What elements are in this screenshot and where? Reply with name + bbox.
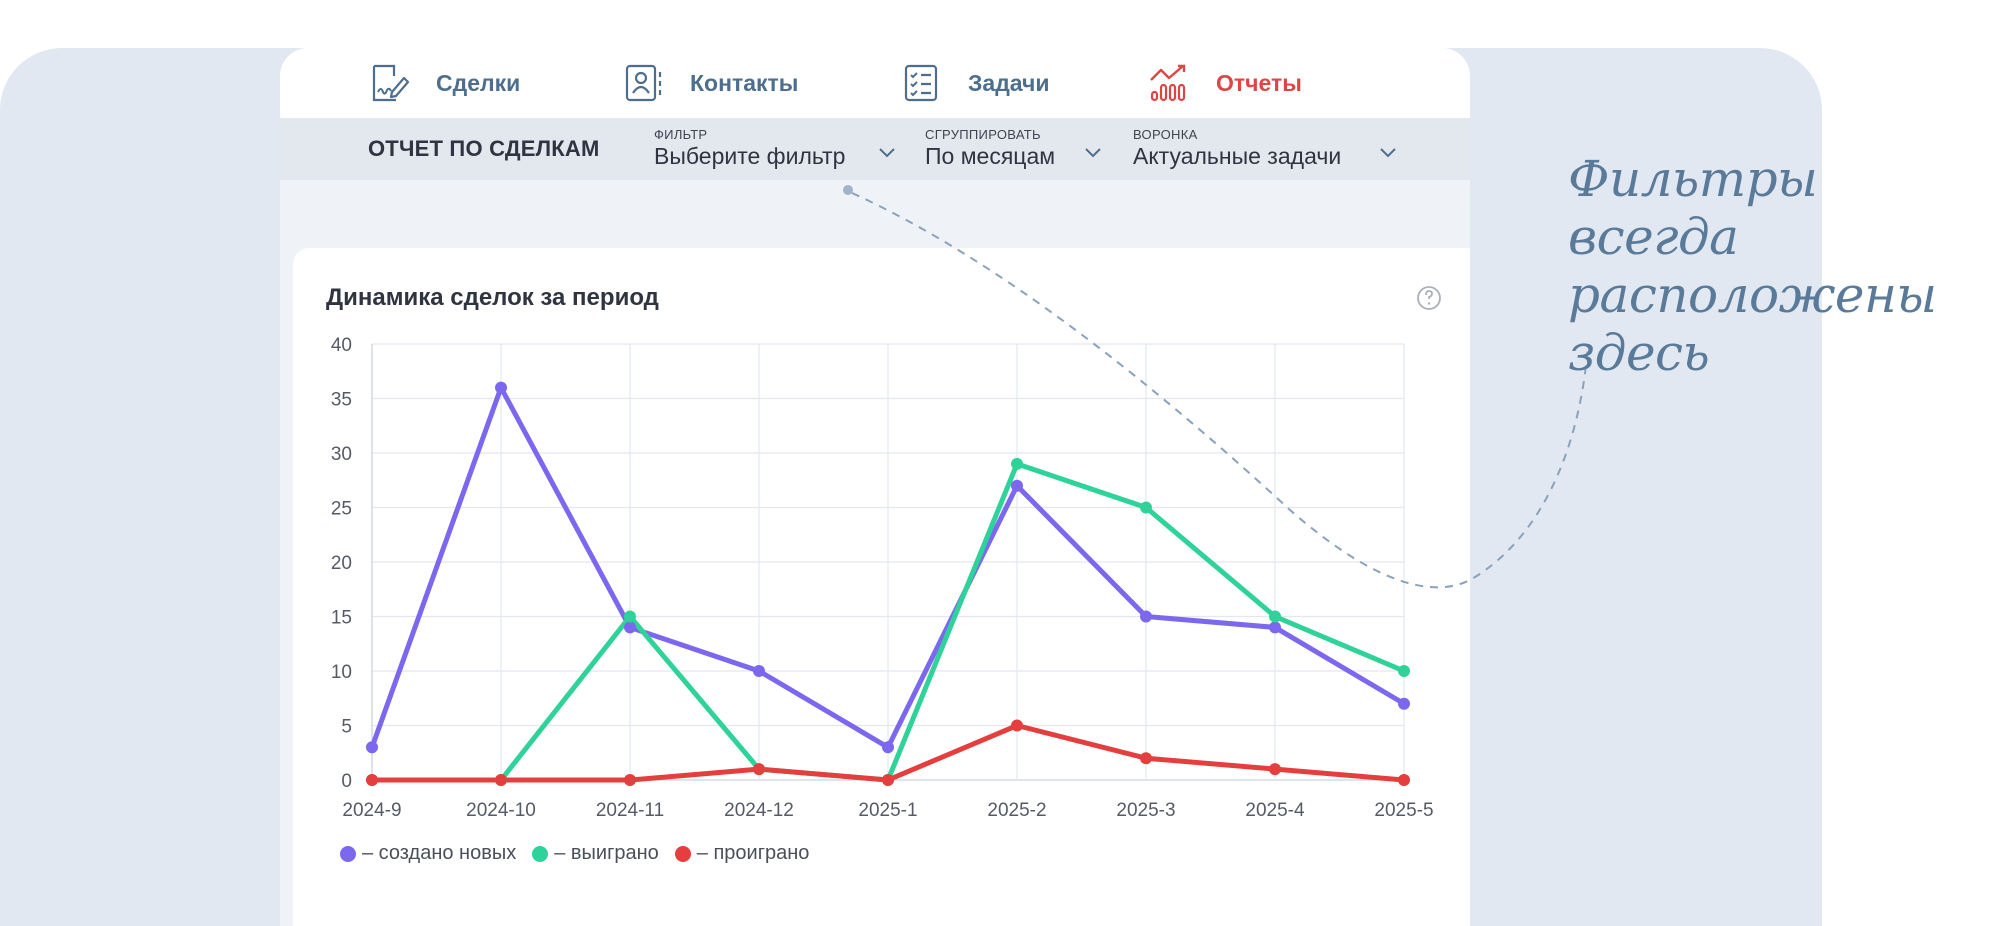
legend-label-lost: – проиграно [696, 842, 810, 864]
annotation-line-1: Фильтры всегда [1568, 150, 1818, 266]
chart-legend: – создано новых – выиграно – проиграно [340, 842, 825, 865]
annotation-text: Фильтры всегда расположены здесь [1568, 150, 2000, 382]
legend-item-created[interactable]: – создано новых [340, 842, 516, 865]
legend-item-lost[interactable]: – проиграно [674, 842, 810, 865]
legend-label-won: – выиграно [554, 842, 659, 864]
annotation-dashed-curve [851, 192, 1589, 589]
legend-dot-created [340, 845, 356, 862]
legend-dot-won [532, 845, 549, 862]
annotation-dot [843, 185, 853, 195]
legend-dot-lost [674, 845, 691, 862]
legend-item-won[interactable]: – выиграно [532, 842, 659, 865]
annotation-line-2: расположены здесь [1568, 266, 1937, 382]
legend-label-created: – создано новых [362, 842, 517, 864]
annotation-arrow [843, 185, 1589, 589]
